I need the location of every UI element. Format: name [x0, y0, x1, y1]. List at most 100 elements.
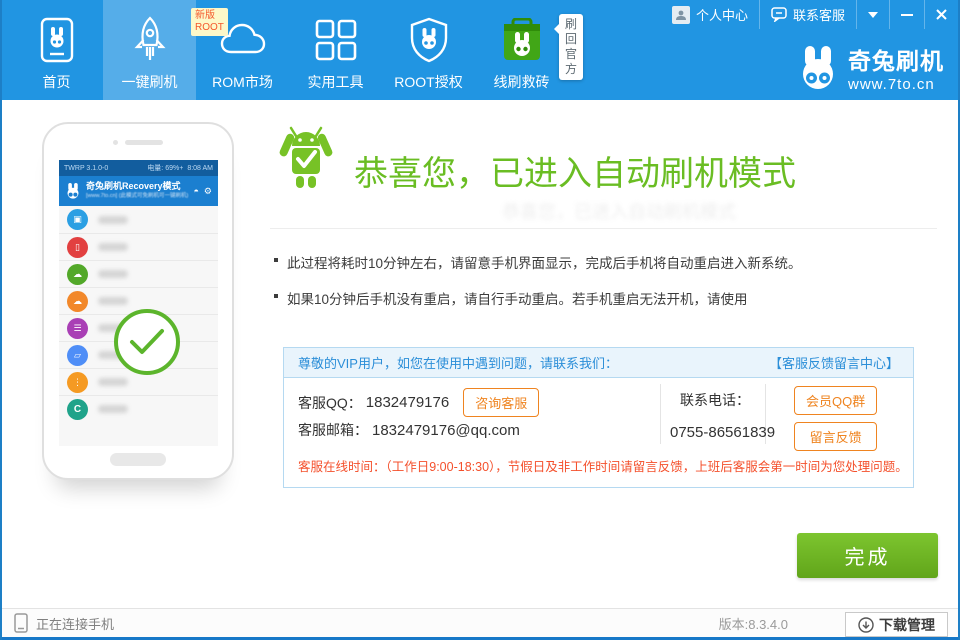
list-item — [59, 395, 218, 422]
support-email-row: 客服邮箱： 1832479176@qq.com — [298, 420, 520, 440]
wipe-icon — [67, 237, 88, 258]
list-item — [59, 260, 218, 287]
connection-status-text: 正在连接手机 — [36, 614, 114, 633]
email-label: 客服邮箱： — [298, 420, 368, 440]
phone-home-button — [110, 453, 166, 466]
leave-feedback-button[interactable]: 留言反馈 — [794, 422, 877, 451]
qq-label: 客服QQ： — [298, 393, 362, 413]
advanced-icon — [67, 372, 88, 393]
brand-logo: 奇兔刷机 www.7to.cn — [796, 42, 944, 93]
chat-bubble-icon — [771, 7, 787, 22]
android-robot-icon — [270, 124, 342, 198]
download-manager-label: 下载管理 — [879, 615, 935, 635]
qq-number: 1832479176 — [366, 394, 449, 411]
rabbit-mini-icon — [65, 182, 81, 200]
close-icon — [936, 9, 947, 20]
instruction-bullet-2: 如果10分钟后手机没有重启，请自行手动重启。若手机重启无法开机，请使用 — [274, 288, 748, 308]
theme-icon: ◓ — [193, 186, 198, 196]
main-content: TWRP 3.1.0-0 电量: 69%+ 8:08 AM 奇兔刷机R — [2, 100, 958, 608]
flash-back-official-badge: 刷回官方 — [559, 14, 583, 80]
feedback-center-link[interactable]: 【客服反馈留言中心】 — [769, 353, 899, 372]
phone-number: 0755-86561839 — [670, 424, 760, 441]
service-hours-notice: 客服在线时间：（工作日9:00-18:30），节假日及非工作时间请留言反馈，上班… — [284, 452, 913, 479]
close-button[interactable] — [925, 0, 958, 29]
phone-label: 联系电话： — [670, 390, 760, 410]
clock: 8:08 AM — [187, 165, 213, 172]
support-phone-column: 联系电话： 0755-86561839 — [670, 378, 760, 441]
user-center-button[interactable]: 个人中心 — [661, 0, 759, 29]
backup-icon — [67, 264, 88, 285]
phone-preview: TWRP 3.1.0-0 电量: 69%+ 8:08 AM 奇兔刷机R — [42, 122, 234, 480]
new-root-badge: 新版ROOT — [191, 8, 228, 36]
list-item — [59, 206, 218, 233]
phone-screen: TWRP 3.1.0-0 电量: 69%+ 8:08 AM 奇兔刷机R — [59, 160, 218, 446]
home-phone-rabbit-icon — [40, 16, 74, 64]
minimize-button[interactable] — [890, 0, 924, 29]
nav-label: ROM市场 — [212, 72, 273, 92]
install-icon — [67, 209, 88, 230]
brand-url: www.7to.cn — [848, 76, 944, 93]
download-icon — [858, 617, 874, 633]
email-address: 1832479176@qq.com — [372, 422, 520, 439]
contact-support-button[interactable]: 联系客服 — [760, 0, 856, 29]
grid-icon — [315, 16, 357, 64]
consult-support-button[interactable]: 咨询客服 — [463, 388, 539, 417]
rabbit-logo-icon — [796, 45, 840, 91]
app-window: 首页 一键刷机 新版RO — [0, 0, 960, 640]
divider — [270, 228, 937, 229]
download-manager-button[interactable]: 下载管理 — [845, 612, 948, 637]
user-center-label: 个人中心 — [696, 5, 748, 24]
recovery-subtitle: [www.7to.cn] (此模式可免刷机可一键刷机) — [86, 191, 188, 201]
nav-label: 一键刷机 — [122, 72, 178, 92]
vip-header-text: 尊敬的VIP用户，如您在使用中遇到问题，请联系我们： — [298, 353, 618, 372]
chevron-down-icon — [868, 12, 878, 23]
nav-label: 线刷救砖 — [494, 72, 550, 92]
member-qq-group-button[interactable]: 会员QQ群 — [794, 386, 877, 415]
nav-item-wire-flash-rescue[interactable]: 刷回官方 线刷救砖 — [475, 0, 568, 100]
reboot-icon — [67, 399, 88, 420]
restore-icon — [67, 291, 88, 312]
nav-item-home[interactable]: 首页 — [10, 0, 103, 100]
titlebar-controls: 个人中心 联系客服 — [661, 0, 958, 29]
app-header: 首页 一键刷机 新版RO — [2, 0, 958, 100]
battery-level: 电量: 69%+ — [147, 163, 183, 173]
nav-label: ROOT授权 — [394, 72, 462, 92]
shield-rabbit-icon — [409, 16, 449, 64]
file-icon — [67, 345, 88, 366]
nav-item-tools[interactable]: 实用工具 — [289, 0, 382, 100]
phone-status-icon — [14, 613, 28, 633]
main-nav: 首页 一键刷机 新版RO — [10, 0, 568, 100]
bullet-marker — [274, 294, 278, 298]
avatar-icon — [672, 6, 690, 24]
nav-item-root-auth[interactable]: ROOT授权 — [382, 0, 475, 100]
nav-item-rom-market[interactable]: 新版ROOT ROM市场 — [196, 0, 289, 100]
mount-icon — [67, 318, 88, 339]
recovery-menu-list — [59, 206, 218, 422]
rocket-icon — [129, 16, 171, 64]
support-qq-row: 客服QQ： 1832479176 咨询客服 — [298, 388, 539, 417]
done-button[interactable]: 完成 — [797, 533, 938, 578]
title-reflection: 恭喜您，已进入自动刷机模式 — [502, 198, 736, 224]
minimize-icon — [901, 14, 913, 16]
phone-statusbar: TWRP 3.1.0-0 电量: 69%+ 8:08 AM — [59, 160, 218, 176]
success-check-icon — [114, 309, 180, 375]
vip-support-panel: 尊敬的VIP用户，如您在使用中遇到问题，请联系我们： 【客服反馈留言中心】 客服… — [283, 347, 914, 488]
phone-speaker — [113, 140, 163, 145]
support-buttons-column: 会员QQ群 留言反馈 — [794, 386, 877, 451]
bullet-marker — [274, 258, 278, 262]
list-item — [59, 233, 218, 260]
menu-dropdown-button[interactable] — [857, 0, 889, 29]
contact-support-label: 联系客服 — [793, 5, 845, 24]
recovery-header: 奇兔刷机Recovery模式 [www.7to.cn] (此模式可免刷机可一键刷… — [59, 176, 218, 206]
status-bar: 正在连接手机 版本:8.3.4.0 下载管理 — [2, 608, 958, 640]
toolbox-rabbit-icon — [501, 16, 543, 64]
gear-icon: ⚙ — [204, 186, 212, 197]
vip-panel-body: 客服QQ： 1832479176 咨询客服 客服邮箱： 1832479176@q… — [284, 378, 913, 452]
version-text: 版本:8.3.4.0 — [719, 614, 788, 633]
nav-label: 首页 — [43, 72, 71, 92]
recovery-title: 奇兔刷机Recovery模式 — [86, 181, 188, 191]
vip-panel-header: 尊敬的VIP用户，如您在使用中遇到问题，请联系我们： 【客服反馈留言中心】 — [284, 348, 913, 378]
twrp-version: TWRP 3.1.0-0 — [64, 165, 108, 172]
nav-item-one-key-flash[interactable]: 一键刷机 — [103, 0, 196, 100]
instruction-bullet-1: 此过程将耗时10分钟左右，请留意手机界面显示，完成后手机将自动重启进入新系统。 — [274, 252, 802, 272]
